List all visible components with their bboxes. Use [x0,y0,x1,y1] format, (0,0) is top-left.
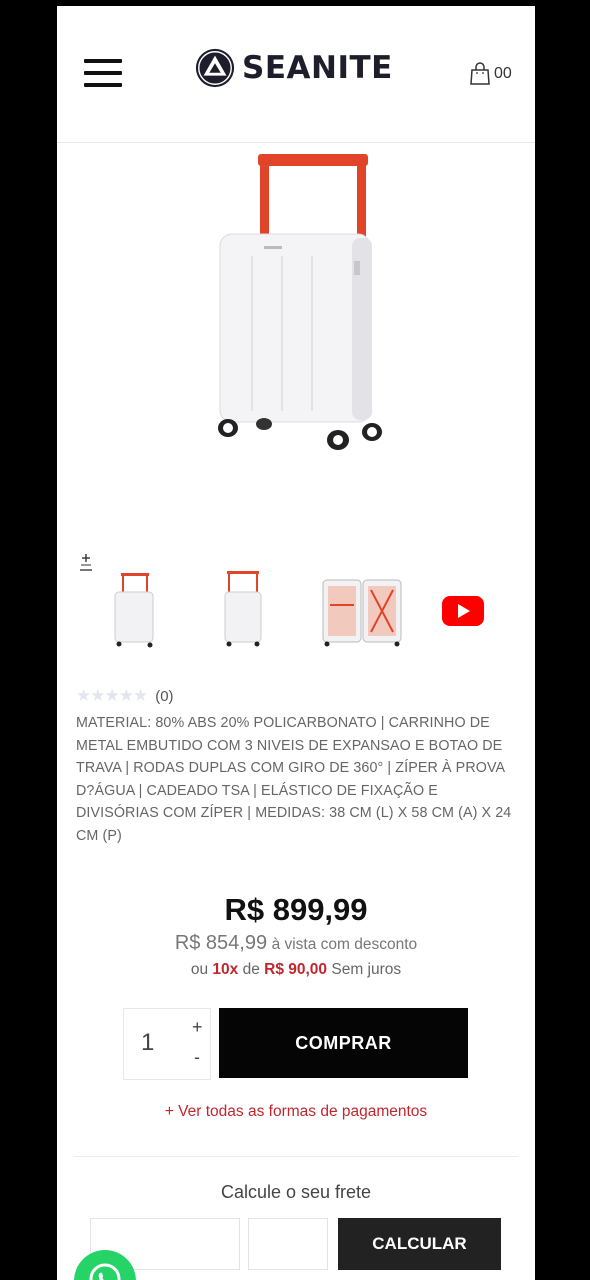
installments: ou 10x de R$ 90,00 Sem juros [57,961,535,979]
thumbnail-3-open[interactable] [319,564,405,648]
buy-button[interactable]: COMPRAR [219,1008,468,1078]
thumbnail-1[interactable] [105,564,175,648]
menu-icon[interactable] [84,59,122,89]
cash-price-text: à vista com desconto [271,936,418,953]
product-description: MATERIAL: 80% ABS 20% POLICARBONATO | CA… [76,715,512,844]
product-rating[interactable]: ★★★★★ (0) [76,686,174,706]
cart-button[interactable]: 00 [469,62,512,86]
quantity-stepper[interactable]: 1 + - [123,1008,211,1080]
thumbnail-gallery [75,546,525,656]
quantity-value[interactable]: 1 [141,1029,154,1057]
payment-options-link[interactable]: + Ver todas as formas de pagamentos [57,1103,535,1121]
thumbnail-2[interactable] [213,564,283,648]
installments-of: de [242,961,260,978]
installments-count: 10x [212,961,239,978]
installments-suffix: Sem juros [331,961,402,978]
quantity-plus-button[interactable]: + [192,1017,203,1038]
cart-count: 00 [494,65,512,82]
site-header: SEANITE 00 [57,6,535,143]
brand-name: SEANITE [242,50,393,86]
calculate-shipping-button[interactable]: CALCULAR [338,1218,501,1270]
product-page: SEANITE 00 ★★★★★ (0) MATERIAL: 80% ABS 2… [57,6,535,1280]
quantity-minus-button[interactable]: - [194,1047,200,1068]
product-price: R$ 899,99 [224,892,368,927]
rating-count: (0) [155,687,174,705]
logo-mark-icon [195,48,235,88]
cash-price: R$ 854,99 à vista com desconto [57,932,535,955]
star-icon: ★★★★★ [76,686,148,705]
cash-price-value: R$ 854,99 [174,932,268,954]
zipcode-input-2[interactable] [248,1218,328,1270]
divider [74,1156,518,1157]
installments-value: R$ 90,00 [264,961,328,978]
shipping-title: Calcule o seu frete [220,1182,372,1202]
whatsapp-icon [89,1263,121,1280]
shopping-bag-icon [470,62,490,85]
product-main-image[interactable] [202,146,392,466]
brand-logo[interactable]: SEANITE [194,46,393,90]
play-icon[interactable] [442,596,484,626]
installments-prefix: ou [190,961,209,978]
zoom-icon[interactable] [79,552,93,574]
